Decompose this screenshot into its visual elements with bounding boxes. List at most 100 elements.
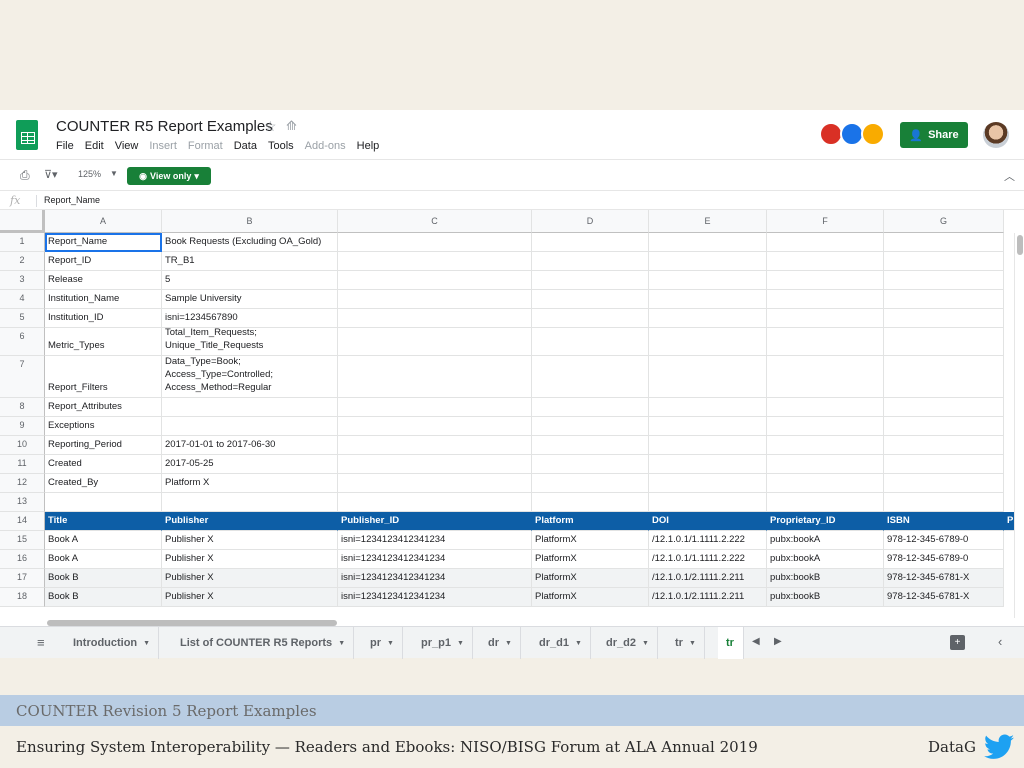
cell[interactable]: Publisher X: [162, 588, 338, 607]
menu-view[interactable]: View: [115, 140, 139, 152]
cell[interactable]: [649, 356, 767, 398]
scroll-thumb[interactable]: [1017, 235, 1023, 255]
cell[interactable]: DOI: [649, 512, 767, 531]
row-header[interactable]: 9: [0, 417, 45, 436]
cell[interactable]: [532, 436, 649, 455]
cell[interactable]: Data_Type=Book; Access_Type=Controlled; Ac…: [162, 356, 338, 398]
cell[interactable]: [767, 271, 884, 290]
cell[interactable]: [884, 398, 1004, 417]
cell[interactable]: /12.1.0.1/2.1111.2.211: [649, 588, 767, 607]
cell[interactable]: [649, 436, 767, 455]
cell[interactable]: Report_Filters: [45, 356, 162, 398]
cell[interactable]: Publisher: [162, 512, 338, 531]
cell[interactable]: [532, 271, 649, 290]
cell[interactable]: 978-12-345-6781-X: [884, 588, 1004, 607]
cell[interactable]: [884, 436, 1004, 455]
cell[interactable]: [649, 271, 767, 290]
cell[interactable]: [767, 417, 884, 436]
row-header[interactable]: 15: [0, 531, 45, 550]
cell[interactable]: Created: [45, 455, 162, 474]
side-panel-toggle-icon[interactable]: ‹: [998, 634, 1002, 649]
cell[interactable]: Metric_Types: [45, 328, 162, 356]
cell[interactable]: [338, 252, 532, 271]
cell[interactable]: [532, 290, 649, 309]
cell[interactable]: [338, 290, 532, 309]
cell[interactable]: Book B: [45, 588, 162, 607]
cell[interactable]: Institution_Name: [45, 290, 162, 309]
cell[interactable]: [532, 455, 649, 474]
cell[interactable]: 2017-05-25: [162, 455, 338, 474]
menu-data[interactable]: Data: [234, 140, 257, 152]
row-header[interactable]: 10: [0, 436, 45, 455]
menu-insert[interactable]: Insert: [149, 140, 177, 152]
cell[interactable]: pubx:bookB: [767, 569, 884, 588]
cell[interactable]: [767, 290, 884, 309]
cell[interactable]: [884, 356, 1004, 398]
cell[interactable]: [767, 309, 884, 328]
cell[interactable]: Publisher X: [162, 550, 338, 569]
cell[interactable]: ISBN: [884, 512, 1004, 531]
cell[interactable]: Sample University: [162, 290, 338, 309]
cell[interactable]: [649, 455, 767, 474]
row-header[interactable]: 2: [0, 252, 45, 271]
cell[interactable]: [649, 417, 767, 436]
cell[interactable]: [338, 436, 532, 455]
cell[interactable]: Total_Item_Requests; Unique_Title_Request…: [162, 328, 338, 356]
cell[interactable]: [532, 252, 649, 271]
cell[interactable]: [338, 474, 532, 493]
filter-icon[interactable]: ⊽▾: [44, 168, 58, 181]
cell[interactable]: [767, 436, 884, 455]
tab-pr[interactable]: pr ▼: [362, 627, 403, 659]
cell[interactable]: [767, 474, 884, 493]
cell[interactable]: [649, 233, 767, 252]
cell[interactable]: [338, 309, 532, 328]
cell[interactable]: Release: [45, 271, 162, 290]
cell[interactable]: PlatformX: [532, 550, 649, 569]
all-sheets-menu-icon[interactable]: ≡: [37, 635, 45, 650]
cell[interactable]: [884, 271, 1004, 290]
cell[interactable]: [532, 233, 649, 252]
row-header[interactable]: 8: [0, 398, 45, 417]
vertical-scrollbar[interactable]: [1014, 233, 1024, 618]
row-header[interactable]: 3: [0, 271, 45, 290]
column-header[interactable]: E: [649, 210, 767, 233]
cell[interactable]: [162, 493, 338, 512]
cell[interactable]: PlatformX: [532, 588, 649, 607]
cell[interactable]: TR_B1: [162, 252, 338, 271]
cell[interactable]: [162, 417, 338, 436]
cell[interactable]: isni=1234123412341234: [338, 531, 532, 550]
row-header[interactable]: 4: [0, 290, 45, 309]
cell[interactable]: /12.1.0.1/2.1111.2.211: [649, 569, 767, 588]
row-header[interactable]: 16: [0, 550, 45, 569]
cell[interactable]: 2017-01-01 to 2017-06-30: [162, 436, 338, 455]
cell[interactable]: [338, 328, 532, 356]
cell[interactable]: [884, 233, 1004, 252]
cell[interactable]: isni=1234123412341234: [338, 550, 532, 569]
cell[interactable]: [338, 271, 532, 290]
row-header[interactable]: 14: [0, 512, 45, 531]
row-header[interactable]: 12: [0, 474, 45, 493]
row-header[interactable]: 7: [0, 356, 45, 398]
cell[interactable]: Book Requests (Excluding OA_Gold): [162, 233, 338, 252]
cell[interactable]: pubx:bookA: [767, 531, 884, 550]
scroll-right-icon[interactable]: ▶: [774, 636, 782, 647]
cell[interactable]: [532, 328, 649, 356]
row-header[interactable]: 11: [0, 455, 45, 474]
cell[interactable]: [767, 455, 884, 474]
tab-dr-d1[interactable]: dr_d1 ▼: [531, 627, 591, 659]
cell[interactable]: [45, 493, 162, 512]
menu-addons[interactable]: Add-ons: [305, 140, 346, 152]
cell[interactable]: [767, 328, 884, 356]
share-button[interactable]: 👤 Share: [900, 122, 968, 148]
menu-format[interactable]: Format: [188, 140, 223, 152]
cell[interactable]: [649, 309, 767, 328]
cell[interactable]: Reporting_Period: [45, 436, 162, 455]
cell[interactable]: Report_Name: [45, 233, 162, 252]
cell[interactable]: [338, 233, 532, 252]
cell[interactable]: [649, 474, 767, 493]
cell[interactable]: Platform: [532, 512, 649, 531]
scroll-left-icon[interactable]: ◀: [752, 636, 760, 647]
cell[interactable]: PlatformX: [532, 531, 649, 550]
cell[interactable]: [884, 252, 1004, 271]
cell[interactable]: Created_By: [45, 474, 162, 493]
